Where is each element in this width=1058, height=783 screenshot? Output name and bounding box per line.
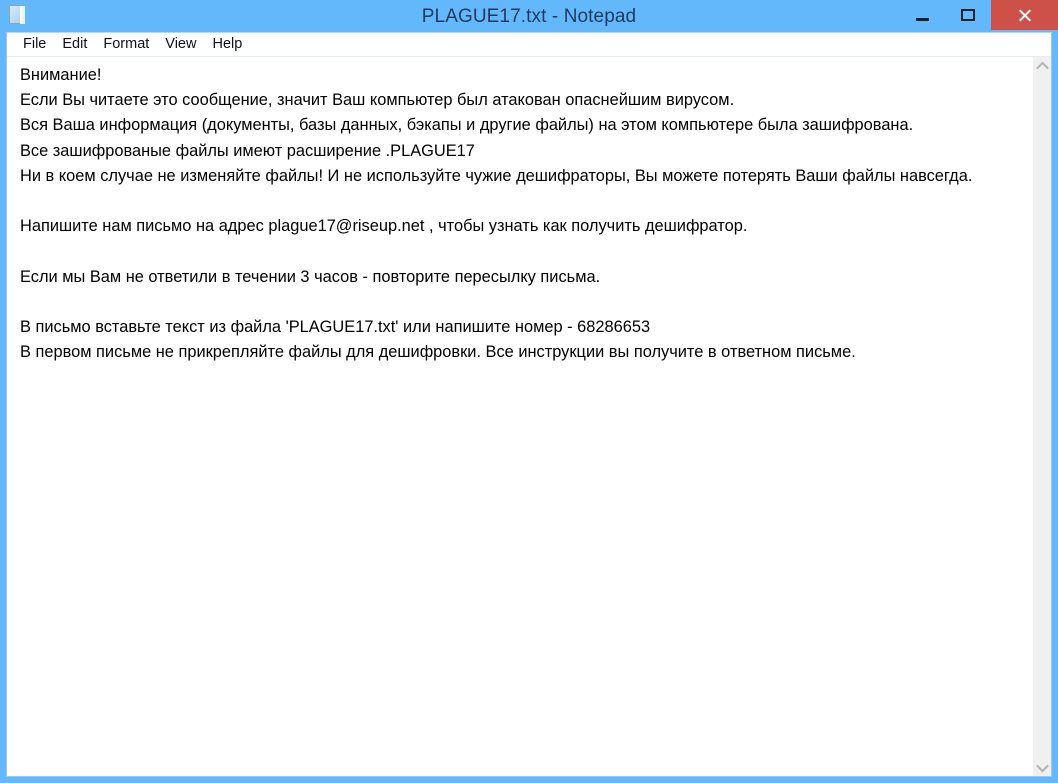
text-line xyxy=(20,189,1022,214)
client-area: File Edit Format View Help Внимание! Если… xyxy=(6,32,1052,777)
menu-item-format[interactable]: Format xyxy=(96,34,156,55)
scrollbar-track[interactable] xyxy=(1033,75,1051,758)
close-button[interactable] xyxy=(991,0,1058,30)
text-line xyxy=(20,290,1022,315)
menu-item-help[interactable]: Help xyxy=(205,34,249,55)
text-line: Напишите нам письмо на адрес plague17@ri… xyxy=(20,217,748,236)
text-line: В первом письме не прикрепляйте файлы дл… xyxy=(20,343,856,362)
menu-item-view[interactable]: View xyxy=(158,34,203,55)
text-line: В письмо вставьте текст из файла 'PLAGUE… xyxy=(20,317,651,336)
menu-item-edit[interactable]: Edit xyxy=(55,34,94,55)
minimize-icon xyxy=(915,17,929,21)
text-line xyxy=(20,239,1022,264)
text-line: Все зашифрованые файлы имеют расширение … xyxy=(20,141,475,160)
text-line: Внимание! xyxy=(20,66,102,84)
text-line: Ни в коем случае не изменяйте файлы! И н… xyxy=(20,166,973,185)
notepad-window: PLAGUE17.txt - Notepad File Edit Format … xyxy=(0,0,1058,783)
close-icon xyxy=(1017,7,1033,23)
editor-wrapper: Внимание! Если Вы читаете это сообщение, … xyxy=(7,57,1051,776)
maximize-icon xyxy=(961,9,975,21)
text-line: Если Вы читаете это сообщение, значит Ва… xyxy=(20,91,735,110)
chevron-down-icon xyxy=(1035,759,1049,772)
notepad-document-icon xyxy=(9,5,28,26)
text-line: Если мы Вам не ответили в течении 3 часо… xyxy=(20,267,601,286)
title-bar[interactable]: PLAGUE17.txt - Notepad xyxy=(0,0,1058,32)
text-editor[interactable]: Внимание! Если Вы читаете это сообщение, … xyxy=(7,57,1032,776)
scroll-down-button[interactable] xyxy=(1033,758,1051,776)
maximize-button[interactable] xyxy=(945,0,991,30)
scroll-up-button[interactable] xyxy=(1033,57,1051,75)
minimize-button[interactable] xyxy=(899,0,945,30)
menu-bar: File Edit Format View Help xyxy=(7,33,1051,57)
menu-item-file[interactable]: File xyxy=(16,34,53,55)
window-controls xyxy=(899,0,1058,32)
vertical-scrollbar[interactable] xyxy=(1032,57,1051,776)
text-line: Вся Ваша информация (документы, базы дан… xyxy=(20,116,914,135)
chevron-up-icon xyxy=(1035,61,1049,74)
